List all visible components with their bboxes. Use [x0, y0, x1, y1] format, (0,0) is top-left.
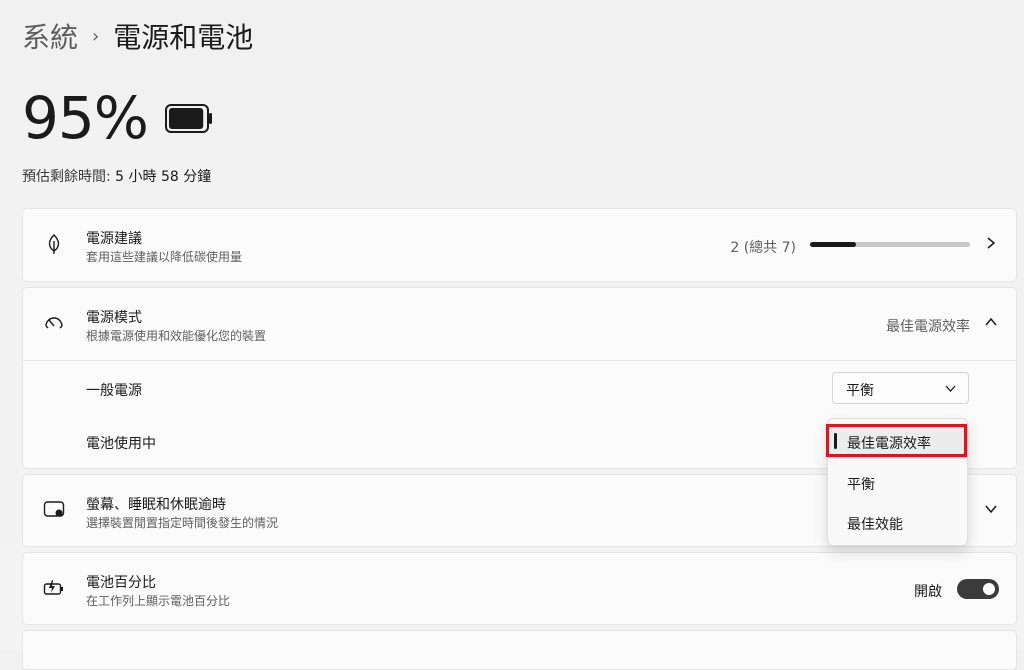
gauge-icon [45, 317, 63, 329]
power-recommendations-card[interactable]: 電源建議 套用這些建議以降低碳使用量 2 (總共 7) [22, 208, 1017, 282]
battery-percentage-card: 電池百分比 在工作列上顯示電池百分比 開啟 [22, 552, 1017, 625]
plugged-in-select[interactable]: 平衡 [832, 372, 969, 404]
chevron-down-icon[interactable] [984, 502, 998, 516]
battery-percentage-subtitle: 在工作列上顯示電池百分比 [86, 594, 231, 608]
power-recommendations-subtitle: 套用這些建議以降低碳使用量 [86, 250, 243, 264]
breadcrumb-separator: › [92, 25, 100, 47]
power-recommendations-title: 電源建議 [86, 231, 142, 247]
screen-sleep-icon [43, 501, 65, 517]
screen-sleep-subtitle: 選擇裝置閒置指定時間後發生的情況 [86, 516, 279, 530]
power-mode-subtitle: 根據電源使用和效能優化您的裝置 [86, 329, 267, 343]
highlight-annotation [826, 424, 967, 457]
menu-option-best-performance[interactable]: 最佳效能 [847, 514, 903, 534]
power-mode-value: 最佳電源效率 [886, 319, 970, 335]
power-mode-header[interactable]: 電源模式 根據電源使用和效能優化您的裝置 最佳電源效率 [23, 288, 1016, 360]
page-title: 電源和電池 [113, 21, 254, 54]
breadcrumb: 系統 › 電源和電池 [22, 16, 253, 56]
battery-percentage-toggle[interactable] [957, 579, 999, 599]
battery-icon [165, 104, 212, 133]
toggle-label: 開啟 [914, 584, 942, 600]
plugged-in-select-value: 平衡 [846, 383, 874, 399]
battery-estimate: 預估剩餘時間: 5 小時 58 分鐘 [22, 166, 211, 186]
estimate-value: 5 小時 58 分鐘 [115, 169, 212, 185]
power-mode-title: 電源模式 [86, 310, 142, 326]
plugged-in-label: 一般電源 [86, 383, 142, 399]
menu-option-balanced[interactable]: 平衡 [847, 474, 875, 494]
chevron-right-icon[interactable] [984, 236, 998, 250]
screen-sleep-title: 螢幕、睡眠和休眠逾時 [86, 497, 226, 513]
battery-percent: 95% [22, 84, 149, 152]
recommendations-count: 2 (總共 7) [730, 240, 796, 256]
recommendations-progress-fill [810, 242, 856, 247]
leaf-icon [48, 234, 60, 254]
battery-charging-icon [43, 580, 63, 595]
divider [23, 360, 1016, 361]
estimate-label: 預估剩餘時間: [22, 169, 111, 185]
chevron-down-icon [945, 385, 956, 392]
recommendations-progress-bar [810, 242, 970, 247]
chevron-up-icon[interactable] [984, 315, 998, 329]
toggle-knob [983, 583, 995, 595]
breadcrumb-parent-system[interactable]: 系統 [22, 16, 78, 56]
battery-percentage-title: 電池百分比 [86, 575, 156, 591]
on-battery-label: 電池使用中 [86, 436, 156, 452]
next-card[interactable] [22, 630, 1017, 670]
